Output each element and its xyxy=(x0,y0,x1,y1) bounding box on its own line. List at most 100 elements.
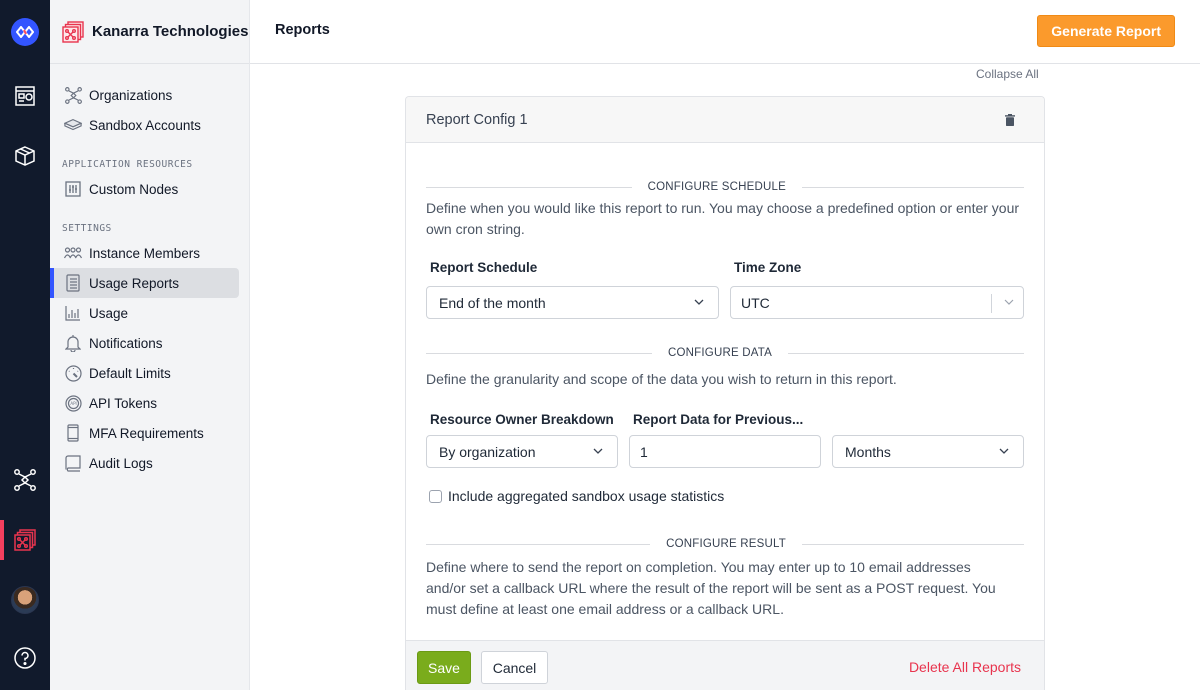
sandbox-stats-checkbox[interactable] xyxy=(429,489,442,503)
rail-home[interactable] xyxy=(0,12,50,52)
report-config-header[interactable]: Report Config 1 xyxy=(406,97,1044,143)
form-footer: Save Cancel Delete All Reports xyxy=(405,640,1045,690)
trash-icon xyxy=(1005,114,1015,126)
section-application-resources: APPLICATION RESOURCES xyxy=(62,159,193,170)
sandbox-stats-label: Include aggregated sandbox usage statist… xyxy=(448,488,725,504)
bar-chart-icon xyxy=(64,304,82,322)
org-stack-icon xyxy=(62,20,84,43)
schedule-divider: CONFIGURE SCHEDULE xyxy=(426,179,1024,195)
organizations-icon xyxy=(64,86,82,104)
period-unit-select[interactable]: Months xyxy=(832,435,1024,468)
sidebar-item-usage[interactable]: Usage xyxy=(50,298,239,328)
notebook-icon xyxy=(64,274,82,292)
sidebar-nav: Organizations Sandbox Accounts APPLICATI… xyxy=(50,64,249,478)
schedule-row: Report Schedule End of the month Time Zo… xyxy=(426,260,1024,319)
schedule-heading: CONFIGURE SCHEDULE xyxy=(647,181,786,193)
help-icon xyxy=(14,647,36,669)
report-schedule-label: Report Schedule xyxy=(430,260,538,275)
data-row: Resource Owner Breakdown By organization… xyxy=(426,412,1024,468)
rail-nodes[interactable] xyxy=(0,460,50,500)
dashboard-icon xyxy=(15,86,35,106)
sidebar-item-usage-reports[interactable]: Usage Reports xyxy=(50,268,239,298)
page-title: Reports xyxy=(275,22,330,38)
org-header[interactable]: Kanarra Technologies xyxy=(50,0,249,64)
report-config-card: Report Config 1 CONFIGURE SCHEDULE Defin… xyxy=(405,96,1045,690)
sidebar-item-custom-nodes[interactable]: Custom Nodes xyxy=(50,174,239,204)
period-unit-field: Months xyxy=(832,435,1024,468)
data-divider: CONFIGURE DATA xyxy=(426,345,1024,361)
rail-organization[interactable] xyxy=(0,520,50,560)
time-zone-label: Time Zone xyxy=(734,260,802,275)
sidebar-item-sandbox-accounts[interactable]: Sandbox Accounts xyxy=(50,110,239,140)
sidebar-item-label: Organizations xyxy=(89,87,173,103)
collapse-all-link[interactable]: Collapse All xyxy=(976,67,1039,81)
icon-rail xyxy=(0,0,50,690)
report-schedule-select[interactable]: End of the month xyxy=(426,286,719,319)
sidebar-item-notifications[interactable]: Notifications xyxy=(50,328,239,358)
previous-period-input[interactable]: 1 xyxy=(629,435,821,468)
time-zone-select[interactable]: UTC xyxy=(730,286,1024,319)
period-unit-value: Months xyxy=(845,443,891,460)
section-settings: SETTINGS xyxy=(62,223,112,234)
sidebar-item-label: Default Limits xyxy=(89,365,171,381)
chevron-down-icon xyxy=(999,448,1009,454)
owner-breakdown-select[interactable]: By organization xyxy=(426,435,618,468)
rail-packages[interactable] xyxy=(0,136,50,176)
rail-dashboard[interactable] xyxy=(0,76,50,116)
sidebar-item-label: Sandbox Accounts xyxy=(89,117,201,133)
chevron-down-icon xyxy=(1004,299,1014,305)
settings-sidebar: Kanarra Technologies Organizations Sandb… xyxy=(50,0,250,690)
chevron-down-icon xyxy=(694,299,704,305)
delete-all-reports-link[interactable]: Delete All Reports xyxy=(909,659,1021,675)
sidebar-item-instance-members[interactable]: Instance Members xyxy=(50,238,239,268)
result-description: Define where to send the report on compl… xyxy=(426,559,996,617)
previous-period-field: Report Data for Previous... 1 xyxy=(629,412,821,468)
sandbox-icon xyxy=(64,116,82,134)
svg-text:API: API xyxy=(70,401,76,406)
sidebar-item-label: Custom Nodes xyxy=(89,181,179,197)
generate-report-button[interactable]: Generate Report xyxy=(1037,15,1175,47)
save-button[interactable]: Save xyxy=(417,651,471,684)
previous-period-label: Report Data for Previous... xyxy=(633,412,804,427)
phone-icon xyxy=(64,424,82,442)
sliders-icon xyxy=(64,180,82,198)
sidebar-item-organizations[interactable]: Organizations xyxy=(50,80,239,110)
org-stack-icon xyxy=(14,529,36,551)
sidebar-item-mfa-requirements[interactable]: MFA Requirements xyxy=(50,418,239,448)
rail-help[interactable] xyxy=(0,638,50,678)
members-icon xyxy=(64,244,82,262)
owner-breakdown-value: By organization xyxy=(439,443,536,460)
result-heading: CONFIGURE RESULT xyxy=(666,538,786,550)
report-schedule-value: End of the month xyxy=(439,294,546,311)
report-config-body: CONFIGURE SCHEDULE Define when you would… xyxy=(406,179,1044,620)
schedule-description: Define when you would like this report t… xyxy=(426,200,1020,237)
result-divider: CONFIGURE RESULT xyxy=(426,536,1024,552)
owner-breakdown-label: Resource Owner Breakdown xyxy=(430,412,614,427)
delete-report-button[interactable] xyxy=(1003,112,1017,128)
report-schedule-field: Report Schedule End of the month xyxy=(426,260,719,319)
sidebar-item-api-tokens[interactable]: API API Tokens xyxy=(50,388,239,418)
sidebar-item-audit-logs[interactable]: Audit Logs xyxy=(50,448,239,478)
sidebar-item-label: Instance Members xyxy=(89,245,201,261)
api-icon: API xyxy=(64,394,82,412)
sidebar-item-label: Notifications xyxy=(89,335,163,351)
sidebar-item-label: API Tokens xyxy=(89,395,158,411)
time-zone-field: Time Zone UTC xyxy=(730,260,1024,319)
cancel-button[interactable]: Cancel xyxy=(481,651,548,684)
sandbox-stats-checkbox-row[interactable]: Include aggregated sandbox usage statist… xyxy=(426,488,1024,504)
top-bar: Reports Generate Report xyxy=(250,0,1200,64)
gauge-icon xyxy=(64,364,82,382)
rail-user[interactable] xyxy=(0,580,50,620)
owner-breakdown-field: Resource Owner Breakdown By organization xyxy=(426,412,618,468)
sidebar-item-label: MFA Requirements xyxy=(89,425,204,441)
time-zone-value: UTC xyxy=(741,294,770,311)
app-root: Kanarra Technologies Organizations Sandb… xyxy=(0,0,1200,690)
sidebar-item-label: Usage Reports xyxy=(89,275,180,291)
org-name: Kanarra Technologies xyxy=(92,23,249,40)
report-config-title: Report Config 1 xyxy=(426,111,528,128)
data-heading: CONFIGURE DATA xyxy=(668,347,772,359)
sidebar-item-label: Audit Logs xyxy=(89,455,153,471)
sidebar-item-default-limits[interactable]: Default Limits xyxy=(50,358,239,388)
data-description: Define the granularity and scope of the … xyxy=(426,371,897,387)
cube-icon xyxy=(15,146,35,166)
